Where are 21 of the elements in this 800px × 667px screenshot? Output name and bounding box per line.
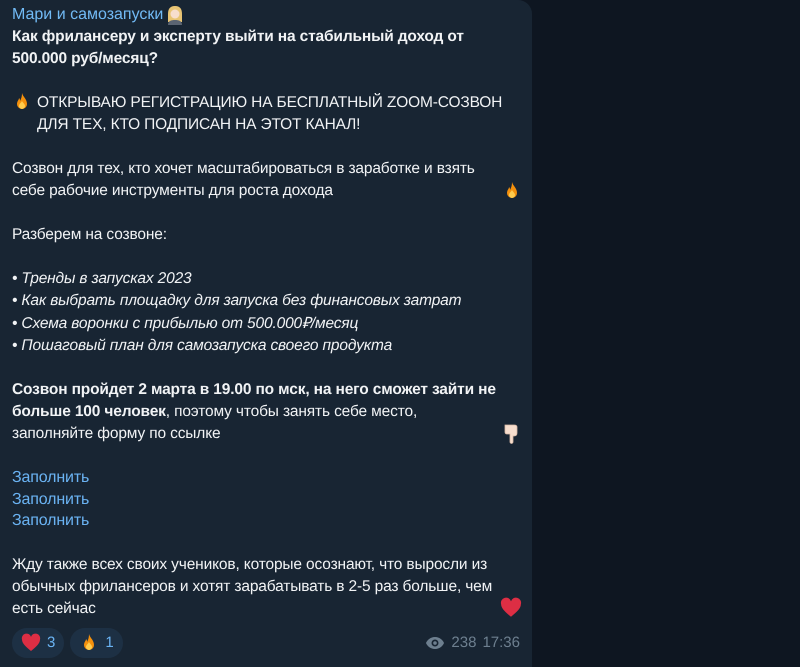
- fill-form-link[interactable]: Заполнить: [12, 510, 90, 532]
- eye-icon: [425, 636, 446, 650]
- paragraph: Созвон для тех, кто хочет масштабироваться в заработке и взять себе рабочие инструменты для роста дохода: [12, 159, 476, 201]
- fill-form-link[interactable]: Заполнить: [12, 488, 90, 510]
- post-title: Как фрилансеру и эксперту выйти на стабильный доход от 500.000 руб/месяц?: [12, 27, 465, 69]
- view-count: 238: [451, 634, 476, 652]
- reaction-button[interactable]: 3: [12, 628, 64, 658]
- list-item: • Тренды в запусках 2023: [12, 269, 192, 289]
- paragraph: Жду также всех своих учеников, которые осознают, что выросли из обычных фрилансеров и хотят зарабатывать в 2-5 раз больше, чем есть сейчас: [12, 554, 494, 619]
- reaction-button[interactable]: 1: [70, 628, 123, 658]
- heart-icon: [500, 596, 522, 619]
- list-item: • Пошаговый план для самозапуска своего продукта: [12, 336, 392, 356]
- channel-name[interactable]: Мари и самозапуски: [12, 4, 164, 26]
- list-item: • Как выбрать площадку для запуска без финансовых затрат: [12, 291, 462, 312]
- paragraph: ОТКРЫВАЮ РЕГИСТРАЦИЮ НА БЕСПЛАТНЫЙ ZOOM-СОЗВОН ДЛЯ ТЕХ, КТО ПОДПИСАН НА ЭТОТ КАНАЛ!: [37, 92, 504, 135]
- list-item: • Схема воронки с прибылью от 500.000₽/месяц: [12, 314, 358, 334]
- paragraph: Разберем на созвоне:: [12, 225, 167, 245]
- paragraph: Созвон пройдет 2 марта в 19.00 по мск, на него сможет зайти не больше 100 человек, поэтому чтобы занять себе место, заполняйте форму по ссылке: [12, 380, 497, 444]
- fill-form-link[interactable]: Заполнить: [12, 467, 90, 489]
- heart-icon: [21, 632, 41, 653]
- message-time: 17:36: [482, 634, 520, 652]
